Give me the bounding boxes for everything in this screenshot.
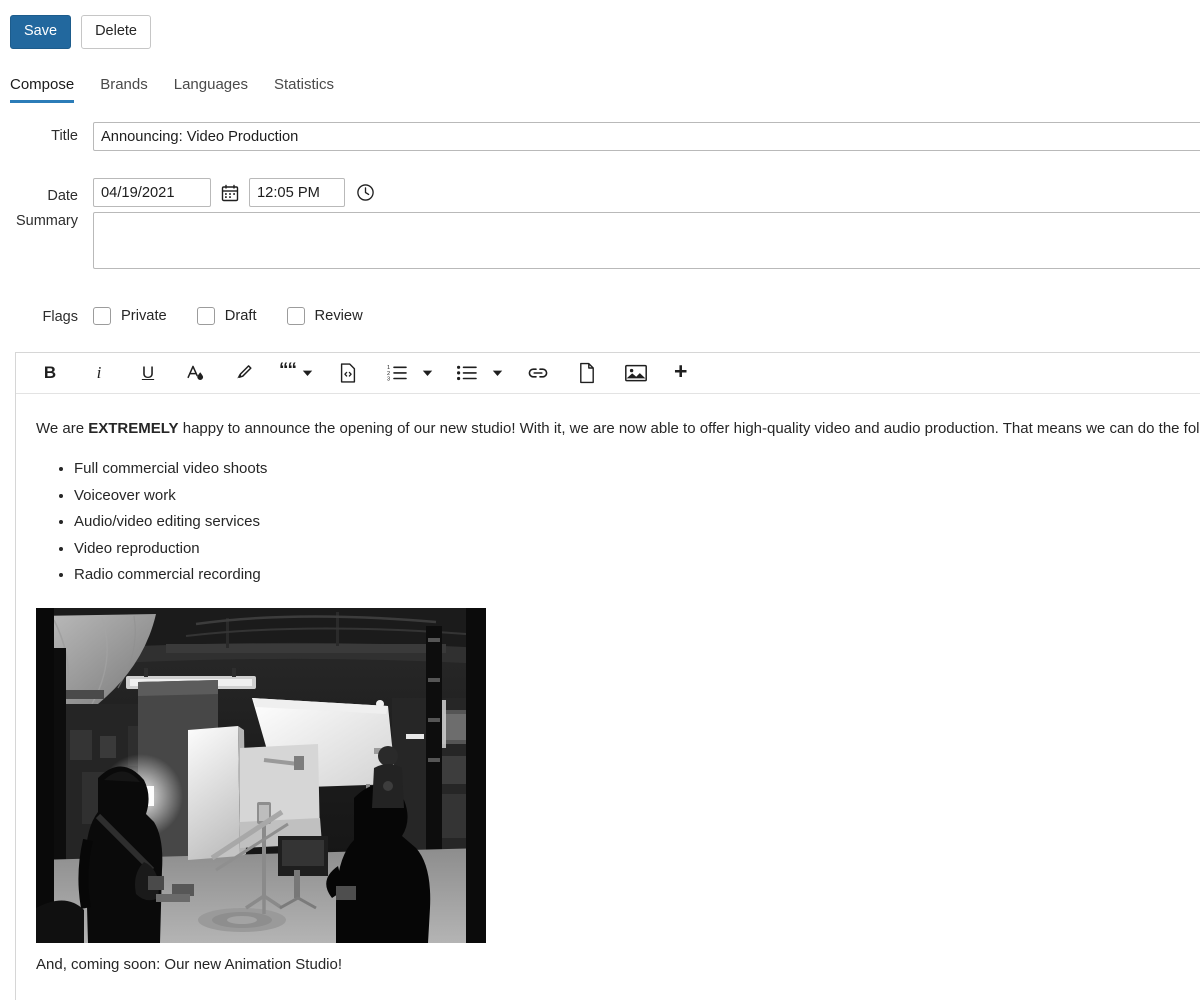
summary-field-wrap [93, 212, 1200, 274]
intro-text-bold: EXTREMELY [88, 420, 179, 437]
add-more-icon[interactable]: + [674, 358, 687, 388]
date-field-wrap [93, 178, 375, 207]
flags-row: Flags Private Draft Review [0, 307, 393, 325]
tab-bar: Compose Brands Languages Statistics [10, 76, 334, 103]
ordered-list-icon[interactable]: 1 2 3 [386, 358, 408, 388]
tab-statistics[interactable]: Statistics [274, 76, 334, 103]
list-item: Video reproduction [74, 536, 1200, 563]
unordered-list-icon[interactable] [456, 358, 478, 388]
file-icon[interactable] [578, 358, 596, 388]
svg-text:3: 3 [387, 376, 390, 382]
flag-draft[interactable]: Draft [196, 307, 257, 325]
editor-toolbar: B i U ““ 1 2 3 + [16, 353, 1200, 394]
rich-text-editor: B i U ““ 1 2 3 + We are EXTREMELY happy … [15, 352, 1200, 1000]
time-input[interactable] [249, 178, 345, 207]
tab-compose[interactable]: Compose [10, 76, 75, 103]
unordered-list-dropdown-icon[interactable] [492, 369, 503, 377]
action-bar: Save Delete [10, 15, 151, 49]
clock-icon[interactable] [356, 183, 375, 202]
list-item: Radio commercial recording [74, 562, 1200, 589]
calendar-icon[interactable] [221, 184, 239, 202]
intro-paragraph: We are EXTREMELY happy to announce the o… [36, 416, 1200, 442]
blockquote-icon[interactable]: ““ [279, 358, 297, 388]
intro-text-before: We are [36, 420, 89, 437]
title-label: Title [51, 128, 78, 144]
highlighter-icon[interactable] [232, 358, 254, 388]
image-icon[interactable] [624, 358, 648, 388]
list-item: Full commercial video shoots [74, 456, 1200, 483]
title-field-wrap [93, 122, 1200, 151]
editor-content-area[interactable]: We are EXTREMELY happy to announce the o… [16, 394, 1200, 973]
title-row: Title [0, 122, 1200, 151]
studio-photo-graphic [36, 607, 486, 943]
photo-caption: And, coming soon: Our new Animation Stud… [36, 955, 343, 973]
flag-private[interactable]: Private [93, 307, 167, 325]
date-input[interactable] [93, 178, 211, 207]
summary-label: Summary [15, 213, 78, 229]
date-label: Date [47, 187, 78, 204]
flag-private-label: Private [121, 308, 167, 324]
flag-review-checkbox[interactable] [286, 307, 305, 325]
tab-languages[interactable]: Languages [174, 76, 248, 103]
post-editor-page: Save Delete Compose Brands Languages Sta… [0, 0, 1200, 1000]
flag-draft-label: Draft [224, 308, 257, 324]
code-block-icon[interactable] [338, 358, 358, 388]
save-button[interactable]: Save [10, 15, 72, 49]
flag-review-label: Review [314, 308, 363, 324]
underline-icon[interactable]: U [136, 358, 160, 388]
list-item: Voiceover work [74, 483, 1200, 510]
tab-brands[interactable]: Brands [100, 76, 148, 103]
title-input[interactable] [93, 122, 1200, 151]
intro-text-after: happy to announce the opening of our new… [178, 420, 1200, 437]
text-color-icon[interactable] [185, 358, 207, 388]
ordered-list-dropdown-icon[interactable] [422, 369, 433, 377]
delete-button[interactable]: Delete [81, 15, 151, 49]
flag-draft-checkbox[interactable] [196, 307, 215, 325]
studio-photo[interactable] [36, 607, 486, 943]
list-item: Audio/video editing services [74, 509, 1200, 536]
flag-review[interactable]: Review [286, 307, 363, 325]
date-row: Date [0, 178, 375, 207]
flags-group: Private Draft Review [93, 307, 393, 325]
bold-icon[interactable]: B [38, 358, 62, 388]
flag-private-checkbox[interactable] [93, 307, 111, 325]
link-icon[interactable] [526, 358, 550, 388]
services-list: Full commercial video shoots Voiceover w… [36, 456, 1200, 589]
flags-label: Flags [42, 308, 78, 325]
summary-textarea[interactable] [93, 212, 1200, 269]
blockquote-dropdown-icon[interactable] [302, 369, 313, 377]
summary-row: Summary [0, 212, 1200, 274]
italic-icon[interactable]: i [87, 358, 111, 388]
